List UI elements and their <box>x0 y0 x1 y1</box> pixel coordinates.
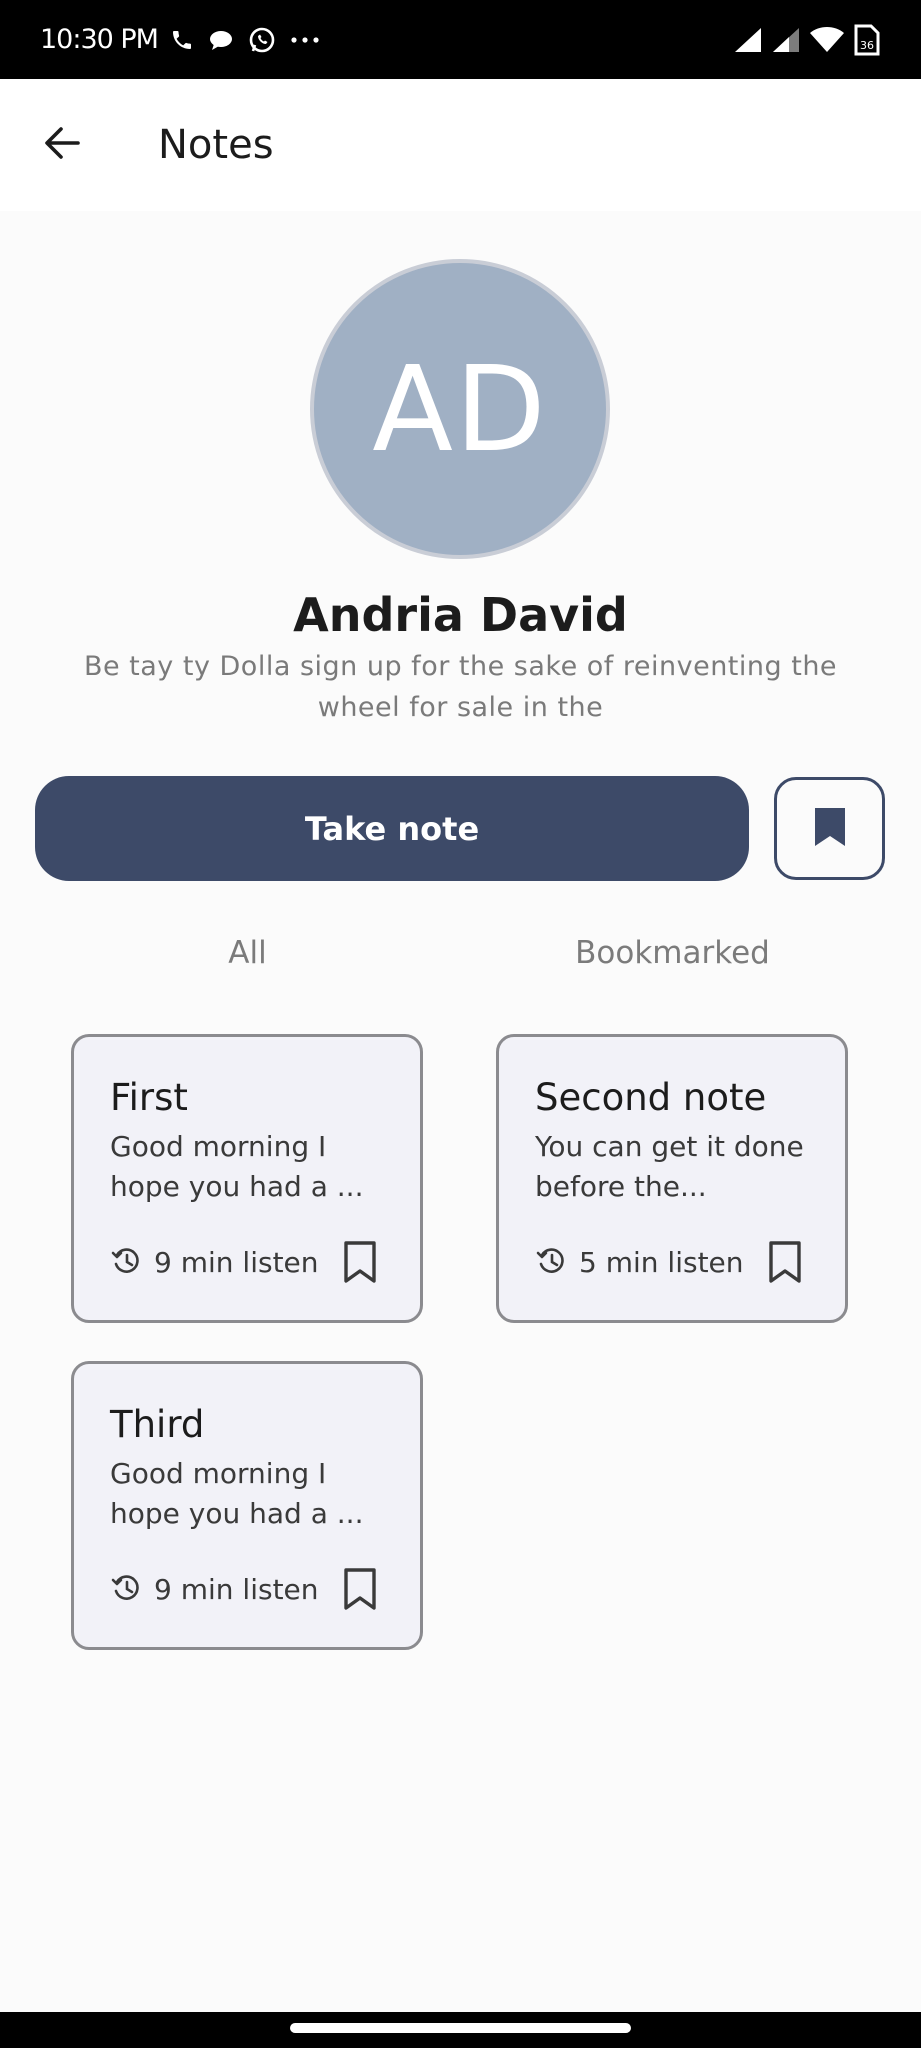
note-card-second[interactable]: Second note You can get it done before t… <box>496 1034 848 1323</box>
bookmark-outline-icon <box>343 1567 377 1615</box>
status-bar: 10:30 PM 36 <box>0 0 921 79</box>
note-title: Third <box>110 1403 205 1446</box>
profile-bio: Be tay ty Dolla sign up for the sake of … <box>83 651 838 723</box>
app-bar: Notes <box>0 79 921 211</box>
back-button[interactable] <box>36 119 88 171</box>
status-notification-icons <box>170 26 320 54</box>
note-card-first[interactable]: First Good morning I hope you had a ... … <box>71 1034 423 1323</box>
note-bookmark-button[interactable] <box>340 1240 380 1288</box>
note-duration: 5 min listen <box>579 1246 744 1279</box>
note-title: First <box>110 1076 188 1119</box>
arrow-left-icon <box>42 125 82 165</box>
page-title: Notes <box>158 122 274 168</box>
sim-icon: 36 <box>853 23 881 57</box>
profile-name: Andria David <box>293 588 628 642</box>
cell-signal-2-icon <box>771 26 801 54</box>
wifi-icon <box>809 26 845 54</box>
home-gesture-bar[interactable] <box>290 2023 631 2033</box>
note-duration: 9 min listen <box>154 1246 319 1279</box>
message-bubble-icon <box>208 28 234 52</box>
note-duration: 9 min listen <box>154 1573 319 1606</box>
note-preview: You can get it done before the... <box>535 1130 804 1203</box>
take-note-button[interactable]: Take note <box>35 776 749 881</box>
sim-label: 36 <box>860 39 874 52</box>
bookmark-filled-icon <box>813 806 847 852</box>
note-meta: 9 min listen <box>110 1243 319 1283</box>
note-preview: Good morning I hope you had a ... <box>110 1457 364 1530</box>
status-system-icons: 36 <box>733 23 881 57</box>
phone-icon <box>170 28 194 52</box>
note-meta: 9 min listen <box>110 1570 319 1610</box>
bookmark-filter-button[interactable] <box>774 777 885 880</box>
bookmark-outline-icon <box>343 1240 377 1288</box>
note-preview: Good morning I hope you had a ... <box>110 1130 364 1203</box>
avatar-initials: AD <box>372 340 548 478</box>
history-icon <box>535 1245 567 1281</box>
cell-signal-icon <box>733 26 763 54</box>
note-bookmark-button[interactable] <box>765 1240 805 1288</box>
avatar: AD <box>310 259 610 559</box>
history-icon <box>110 1245 142 1281</box>
bookmark-outline-icon <box>768 1240 802 1288</box>
history-icon <box>110 1572 142 1608</box>
status-time: 10:30 PM <box>40 24 159 55</box>
note-bookmark-button[interactable] <box>340 1567 380 1615</box>
note-meta: 5 min listen <box>535 1243 744 1283</box>
more-dots-icon <box>290 36 320 44</box>
note-card-third[interactable]: Third Good morning I hope you had a ... … <box>71 1361 423 1650</box>
tab-all[interactable]: All <box>100 928 395 978</box>
whatsapp-icon <box>248 26 276 54</box>
note-title: Second note <box>535 1076 767 1119</box>
tab-bookmarked[interactable]: Bookmarked <box>525 928 820 978</box>
navigation-bar <box>0 2012 921 2048</box>
take-note-label: Take note <box>304 809 480 848</box>
